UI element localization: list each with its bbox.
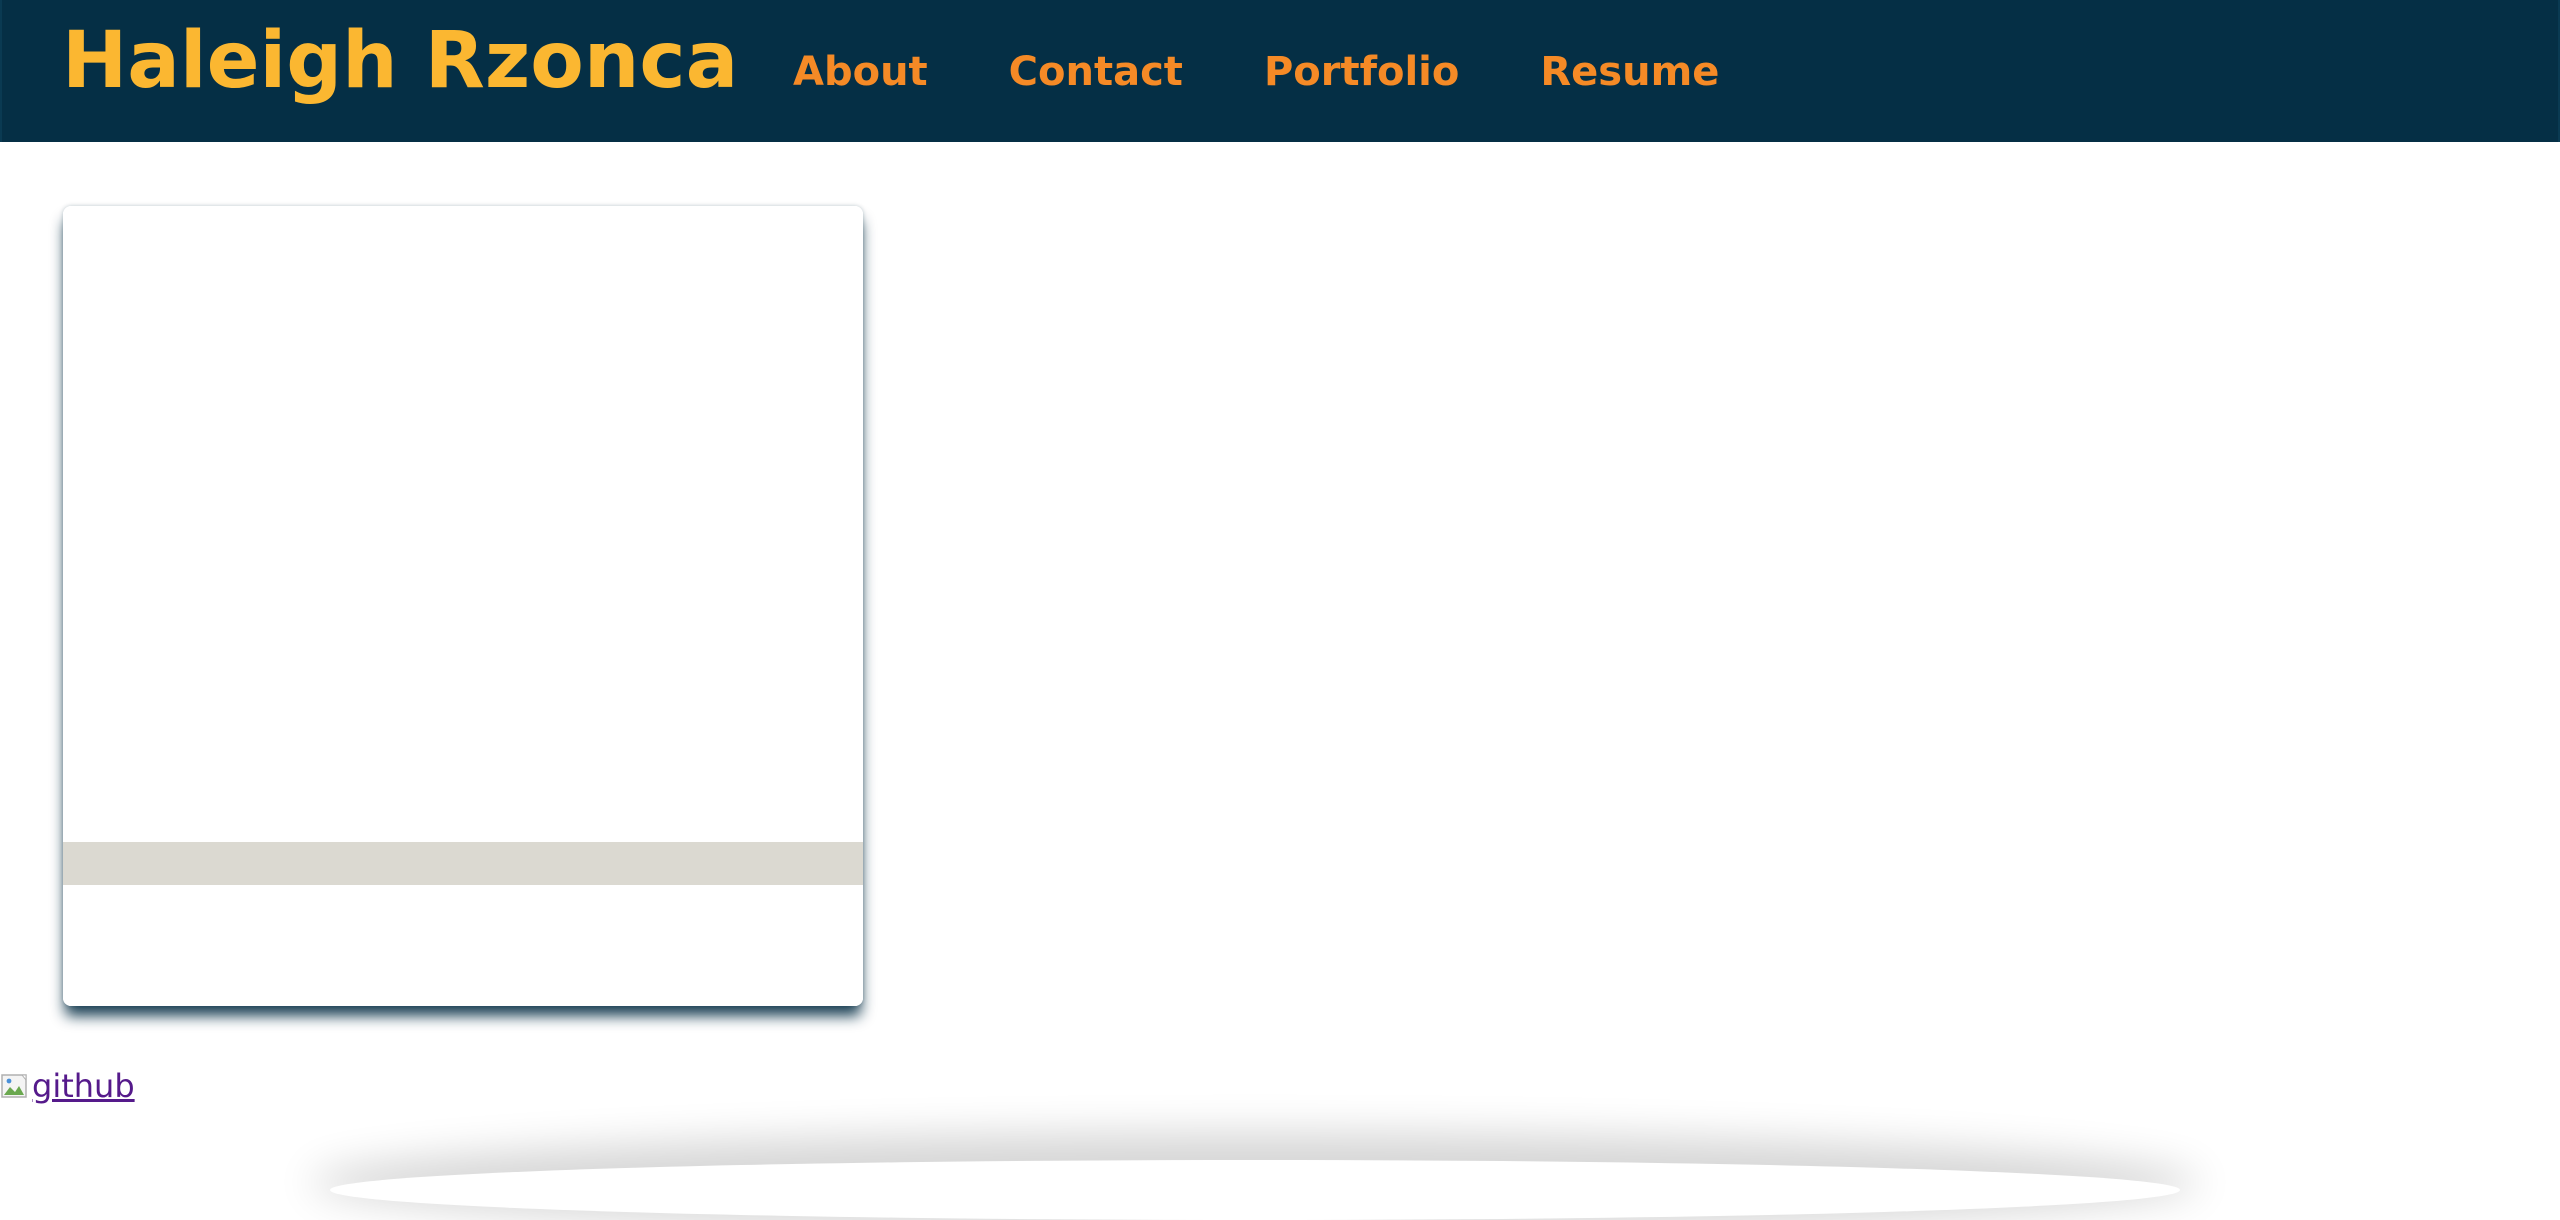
github-link[interactable]: github — [0, 1070, 135, 1102]
nav-link-resume[interactable]: Resume — [1540, 52, 1719, 92]
project-caption-band — [63, 842, 863, 885]
project-image[interactable] — [63, 206, 863, 842]
main-nav: About Contact Portfolio Resume — [793, 52, 1719, 92]
nav-link-about[interactable]: About — [793, 52, 928, 92]
github-link-text[interactable]: github — [32, 1070, 135, 1102]
broken-image-icon — [0, 1072, 30, 1102]
footer-shadow — [330, 1160, 2180, 1220]
project-card-footer — [63, 885, 863, 1006]
nav-link-portfolio[interactable]: Portfolio — [1264, 52, 1459, 92]
site-title[interactable]: Haleigh Rzonca — [62, 22, 738, 100]
nav-link-contact[interactable]: Contact — [1009, 52, 1183, 92]
site-header: Haleigh Rzonca About Contact Portfolio R… — [0, 0, 2560, 142]
project-card[interactable] — [63, 206, 863, 1006]
